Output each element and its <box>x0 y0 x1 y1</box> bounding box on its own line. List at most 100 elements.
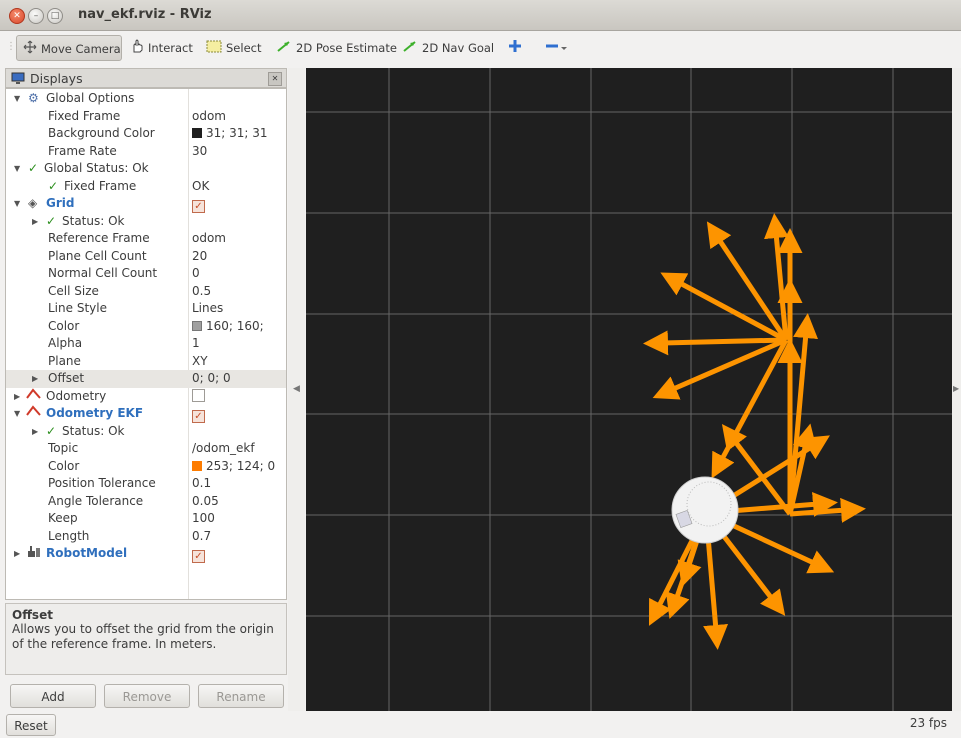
window-title: nav_ekf.rviz - RViz <box>78 7 212 22</box>
expand-arrow-icon[interactable]: ▼ <box>14 405 20 423</box>
tree-row-odometry[interactable]: ▶ Odometry <box>6 387 286 406</box>
row-value[interactable]: 0.5 <box>192 283 211 301</box>
expand-arrow-icon[interactable]: ▼ <box>14 160 20 178</box>
tree-row-cell-size[interactable]: Cell Size 0.5 <box>6 283 286 301</box>
tree-row-frame-rate[interactable]: Frame Rate 30 <box>6 143 286 161</box>
add-display-button[interactable]: Add <box>10 684 96 708</box>
row-value[interactable]: 20 <box>192 248 207 266</box>
tree-row-fixed-frame-status[interactable]: ✓ Fixed Frame OK <box>6 178 286 196</box>
move-camera-tool[interactable]: Move Camera <box>16 35 122 61</box>
tree-row-grid-color[interactable]: Color 160; 160; <box>6 318 286 336</box>
displays-tree: ▼ ⚙ Global Options Fixed Frame odom Back… <box>5 88 287 600</box>
grid-lines <box>306 68 952 711</box>
render-scene[interactable] <box>306 68 952 711</box>
collapse-arrow-icon[interactable]: ▶ <box>14 545 20 563</box>
tree-row-length[interactable]: Length 0.7 <box>6 528 286 546</box>
odometry-enabled-checkbox[interactable] <box>192 388 205 406</box>
nav-goal-tool[interactable]: 2D Nav Goal <box>402 35 494 61</box>
tree-row-odometry-ekf[interactable]: ▼ Odometry EKF ✓ <box>6 405 286 423</box>
tree-row-alpha[interactable]: Alpha 1 <box>6 335 286 353</box>
tree-row-normal-cell-count[interactable]: Normal Cell Count 0 <box>6 265 286 283</box>
tree-row-plane-cell-count[interactable]: Plane Cell Count 20 <box>6 248 286 266</box>
row-value[interactable]: 0; 0; 0 <box>192 370 231 388</box>
reset-button[interactable]: Reset <box>6 714 56 736</box>
row-value[interactable]: 30 <box>192 143 207 161</box>
robotmodel-enabled-checkbox[interactable]: ✓ <box>192 545 205 563</box>
row-value[interactable]: 0.05 <box>192 493 219 511</box>
row-value[interactable]: 100 <box>192 510 215 528</box>
row-label: Plane <box>48 353 81 368</box>
maximize-window-button[interactable]: □ <box>47 8 63 24</box>
row-label: Position Tolerance <box>48 476 156 490</box>
row-value[interactable]: odom <box>192 230 226 248</box>
tree-row-keep[interactable]: Keep 100 <box>6 510 286 528</box>
color-value: 253; 124; 0 <box>206 458 276 473</box>
toolbar-grip: ⋮ <box>6 41 16 52</box>
add-tool-button[interactable] <box>508 35 526 61</box>
pose-estimate-tool[interactable]: 2D Pose Estimate <box>276 35 397 61</box>
remove-display-button[interactable]: Remove <box>104 684 190 708</box>
tree-row-background-color[interactable]: Background Color 31; 31; 31 <box>6 125 286 143</box>
tree-row-reference-frame[interactable]: Reference Frame odom <box>6 230 286 248</box>
tree-row-global-status[interactable]: ▼ ✓ Global Status: Ok <box>6 160 286 178</box>
odometry-icon <box>26 405 42 423</box>
row-value[interactable]: 0.1 <box>192 475 211 493</box>
remove-tool-button[interactable] <box>545 35 571 61</box>
rename-display-button[interactable]: Rename <box>198 684 284 708</box>
row-value[interactable]: 31; 31; 31 <box>192 125 268 143</box>
panel-splitter[interactable]: ◀ <box>288 68 305 711</box>
collapse-left-icon[interactable]: ◀ <box>293 384 300 394</box>
row-label: Background Color <box>48 126 155 140</box>
collapse-arrow-icon[interactable]: ▶ <box>14 388 20 406</box>
collapse-arrow-icon[interactable]: ▶ <box>32 213 38 231</box>
render-viewport[interactable] <box>306 68 952 711</box>
row-label: Offset <box>48 371 85 385</box>
select-tool[interactable]: Select <box>206 35 261 61</box>
close-panel-button[interactable]: ✕ <box>268 72 282 86</box>
odometry-ekf-enabled-checkbox[interactable]: ✓ <box>192 405 205 423</box>
row-value[interactable]: 0 <box>192 265 200 283</box>
row-label: Plane Cell Count <box>48 248 147 263</box>
pose-estimate-label: 2D Pose Estimate <box>296 41 397 55</box>
check-icon: ✓ <box>46 213 57 228</box>
row-label: Angle Tolerance <box>48 493 144 508</box>
tree-row-angle-tolerance[interactable]: Angle Tolerance 0.05 <box>6 493 286 511</box>
tree-row-ekf-status[interactable]: ▶ ✓ Status: Ok <box>6 423 286 441</box>
tree-row-ekf-color[interactable]: Color 253; 124; 0 <box>6 458 286 476</box>
tree-row-position-tolerance[interactable]: Position Tolerance 0.1 <box>6 475 286 493</box>
expand-arrow-icon[interactable]: ▼ <box>14 195 20 213</box>
tree-row-global-options[interactable]: ▼ ⚙ Global Options <box>6 90 286 108</box>
color-swatch <box>192 128 202 138</box>
expand-arrow-icon[interactable]: ▼ <box>14 90 20 108</box>
row-value[interactable]: odom <box>192 108 226 126</box>
row-value[interactable]: XY <box>192 353 208 371</box>
nav-goal-label: 2D Nav Goal <box>422 41 495 55</box>
row-value[interactable]: Lines <box>192 300 223 318</box>
interact-tool[interactable]: Interact <box>130 35 193 61</box>
tree-row-fixed-frame[interactable]: Fixed Frame odom <box>6 108 286 126</box>
row-value[interactable]: 1 <box>192 335 200 353</box>
tree-row-line-style[interactable]: Line Style Lines <box>6 300 286 318</box>
tree-row-robotmodel[interactable]: ▶ RobotModel ✓ <box>6 545 286 563</box>
grid-enabled-checkbox[interactable]: ✓ <box>192 195 205 213</box>
row-value[interactable]: 253; 124; 0 <box>192 458 275 476</box>
collapse-arrow-icon[interactable]: ▶ <box>32 370 38 388</box>
color-swatch <box>192 460 202 471</box>
tree-row-offset[interactable]: ▶ Offset 0; 0; 0 <box>6 370 286 388</box>
tree-row-topic[interactable]: Topic /odom_ekf <box>6 440 286 458</box>
close-window-button[interactable]: ✕ <box>9 8 25 24</box>
row-value[interactable]: /odom_ekf <box>192 440 255 458</box>
tree-row-grid-status[interactable]: ▶ ✓ Status: Ok <box>6 213 286 231</box>
collapse-arrow-icon[interactable]: ▶ <box>32 423 38 441</box>
row-label: Reference Frame <box>48 231 150 245</box>
tree-row-plane[interactable]: Plane XY <box>6 353 286 371</box>
tree-row-grid[interactable]: ▼ ◈ Grid ✓ <box>6 195 286 213</box>
row-value[interactable]: 160; 160; <box>192 318 264 336</box>
right-splitter[interactable]: ▶ <box>952 68 961 711</box>
row-label: Cell Size <box>48 283 99 298</box>
row-label: Length <box>48 528 90 543</box>
collapse-right-icon[interactable]: ▶ <box>953 384 959 393</box>
row-value[interactable]: 0.7 <box>192 528 211 546</box>
minimize-window-button[interactable]: – <box>28 8 44 24</box>
color-swatch <box>192 320 202 331</box>
